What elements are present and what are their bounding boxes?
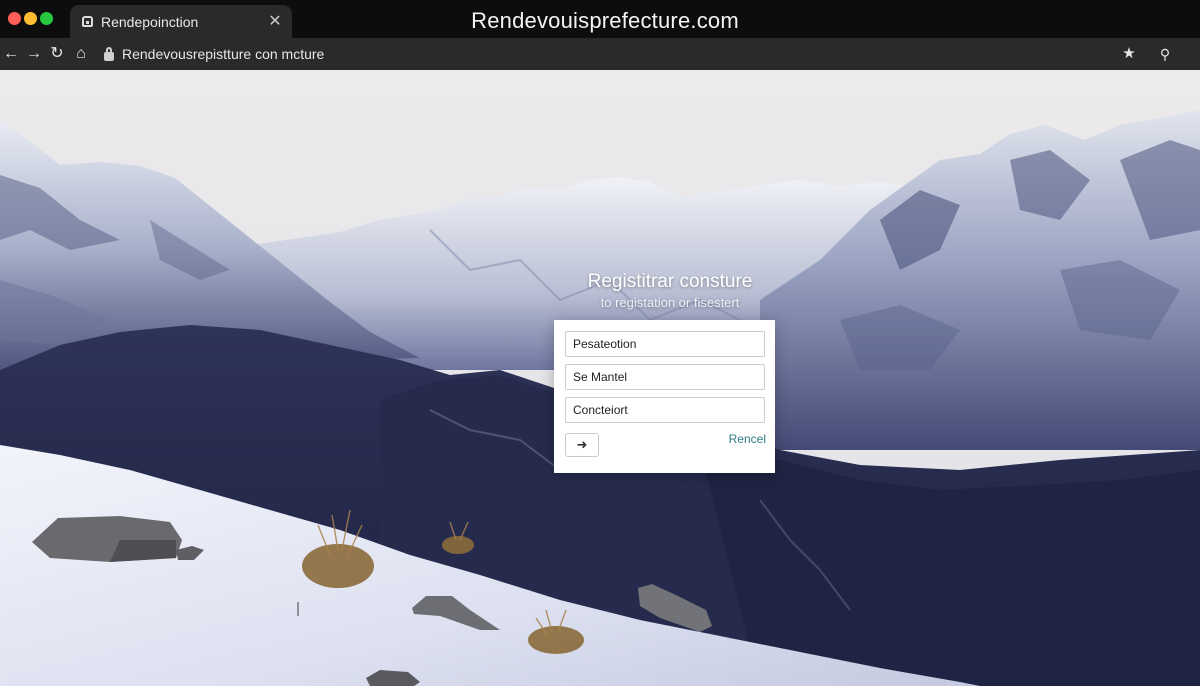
tab-close-icon[interactable]: ✕ — [266, 13, 284, 31]
browser-tab[interactable]: Rendepoinction ✕ — [70, 5, 292, 38]
registration-subheading: to registation or fisestert — [600, 295, 740, 310]
search-icon[interactable]: ⚲ — [1154, 43, 1176, 65]
submit-arrow-button[interactable]: ➜ — [565, 433, 599, 457]
browser-toolbar: ← → ↻ ⌂ Rendevousrepistture con mcture ★… — [0, 38, 1200, 70]
third-field-input[interactable] — [565, 397, 765, 423]
registration-form: ➜ Rencel — [554, 320, 775, 473]
browser-chrome: Rendepoinction ✕ Rendevouisprefecture.co… — [0, 0, 1200, 70]
back-arrow-icon[interactable]: ← — [0, 43, 22, 65]
home-icon — [82, 16, 93, 27]
forward-arrow-icon[interactable]: → — [23, 43, 45, 65]
registration-heading: Registitrar consture — [587, 271, 753, 292]
window-title: Rendevouisprefecture.com — [471, 8, 739, 33]
tab-title: Rendepoinction — [101, 13, 199, 30]
close-window-button[interactable] — [8, 12, 21, 25]
minimize-window-button[interactable] — [24, 12, 37, 25]
cancel-link[interactable]: Rencel — [724, 432, 766, 446]
first-field-input[interactable] — [565, 331, 765, 357]
bookmark-star-icon[interactable]: ★ — [1118, 43, 1140, 65]
lock-icon — [104, 46, 114, 61]
maximize-window-button[interactable] — [40, 12, 53, 25]
title-bar: Rendepoinction ✕ Rendevouisprefecture.co… — [0, 0, 1200, 38]
reload-icon[interactable]: ↻ — [46, 43, 68, 65]
url-text: Rendevousrepistture con mcture — [122, 46, 325, 62]
home-button-icon[interactable]: ⌂ — [70, 43, 92, 65]
second-field-input[interactable] — [565, 364, 765, 390]
address-bar[interactable]: Rendevousrepistture con mcture — [98, 42, 1138, 66]
web-page: Registitrar consture to registation or f… — [0, 70, 1200, 686]
